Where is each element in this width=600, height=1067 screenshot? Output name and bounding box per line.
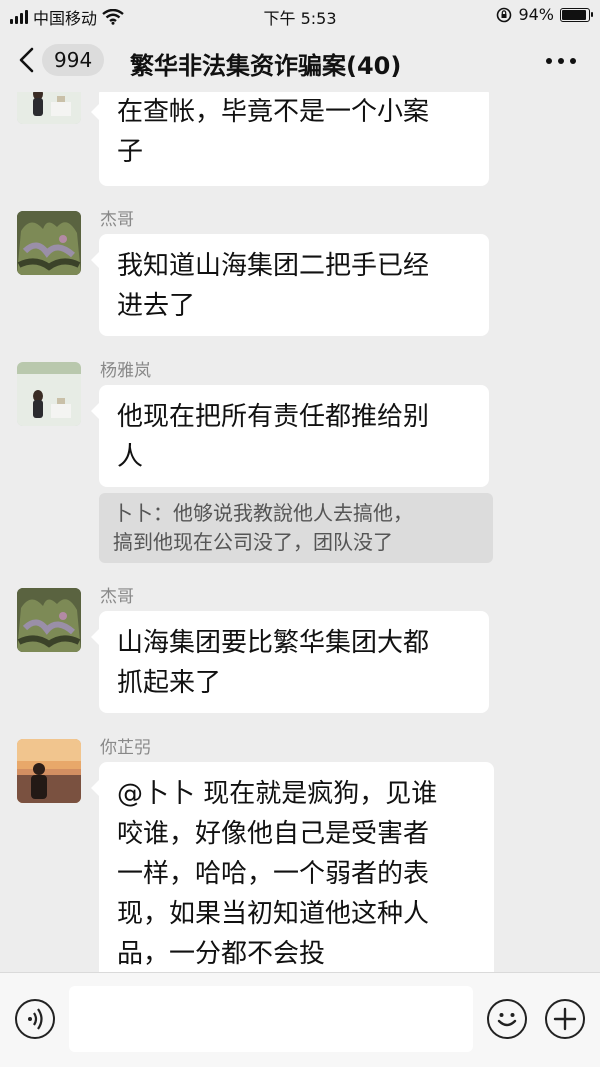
more-dots-icon xyxy=(546,58,552,64)
more-functions-button[interactable] xyxy=(545,999,585,1039)
message-text-line: 人 xyxy=(117,442,144,472)
sender-name: 你芷弜 xyxy=(100,738,151,758)
chevron-left-icon xyxy=(19,47,34,73)
message-bubble[interactable]: @卜卜 现在就是疯狗，见谁 咬谁，好像他自己是受害者 一样，哈哈，一个弱者的表 … xyxy=(91,762,494,972)
status-right: 94% xyxy=(496,5,593,24)
voice-icon xyxy=(28,1008,43,1030)
battery-percent: 94% xyxy=(518,5,554,24)
message-text-line: 一样，哈哈，一个弱者的表 xyxy=(117,859,430,889)
battery-fill xyxy=(562,9,587,20)
avatar[interactable] xyxy=(17,92,81,124)
chat-header: 994 繁华非法集资诈骗案(40) xyxy=(0,32,600,92)
emoji-icon xyxy=(497,1013,517,1027)
message-text-line: 我知道山海集团二把手已经 xyxy=(117,251,430,281)
input-bar xyxy=(0,972,600,1067)
message-bubble[interactable]: 我知道山海集团二把手已经 进去了 xyxy=(91,234,489,336)
plus-icon xyxy=(553,1007,577,1031)
message-text-line: 山海集团要比繁华集团大都 xyxy=(117,628,430,658)
message-text-line: 他现在把所有责任都推给别 xyxy=(117,402,430,432)
voice-button[interactable] xyxy=(15,999,55,1039)
message-text-line: 进去了 xyxy=(117,291,196,321)
sender-name: 杰哥 xyxy=(100,587,134,607)
message-text-line: 咬谁，好像他自己是受害者 xyxy=(117,819,430,849)
avatar[interactable] xyxy=(17,739,81,803)
orientation-lock-icon xyxy=(497,7,512,22)
sender-name: 杰哥 xyxy=(100,210,134,230)
avatar[interactable] xyxy=(17,588,81,652)
message-bubble[interactable]: 在查帐，毕竟不是一个小案 子 xyxy=(91,92,489,186)
avatar[interactable] xyxy=(17,362,81,426)
chat-title: 繁华非法集资诈骗案(40) xyxy=(130,52,402,80)
unread-count-badge: 994 xyxy=(42,44,105,76)
emoji-button[interactable] xyxy=(487,999,527,1039)
message-list[interactable]: 在查帐，毕竟不是一个小案 子 杰哥 我知道山海集团二把手已经 进去了 杨雅岚 他… xyxy=(0,92,600,972)
battery-icon xyxy=(560,7,593,22)
sender-name: 杨雅岚 xyxy=(100,361,151,381)
message-text-line: 子 xyxy=(117,137,144,167)
more-button[interactable] xyxy=(546,58,576,64)
message-text-line: 品，一分都不会投 xyxy=(117,939,326,969)
message-text-line: 抓起来了 xyxy=(117,668,222,698)
status-bar: 中国移动 下午 5:53 94% xyxy=(0,0,600,32)
message-bubble[interactable]: 他现在把所有责任都推给别 人 xyxy=(91,385,489,487)
quoted-reply[interactable]: 卜卜：他够说我教說他人去搞他， 搞到他现在公司没了，团队没了 xyxy=(99,493,493,563)
quote-text-line: 搞到他现在公司没了，团队没了 xyxy=(113,530,393,554)
quote-text-line: 卜卜：他够说我教說他人去搞他， xyxy=(113,501,413,525)
message-text-line: @卜卜 现在就是疯狗，见谁 xyxy=(117,779,438,809)
message-input[interactable] xyxy=(69,986,473,1052)
back-button[interactable]: 994 xyxy=(18,44,105,76)
avatar[interactable] xyxy=(17,211,81,275)
message-bubble[interactable]: 山海集团要比繁华集团大都 抓起来了 xyxy=(91,611,489,713)
message-text-line: 在查帐，毕竟不是一个小案 xyxy=(117,97,430,127)
message-text-line: 现，如果当初知道他这种人 xyxy=(117,899,430,929)
